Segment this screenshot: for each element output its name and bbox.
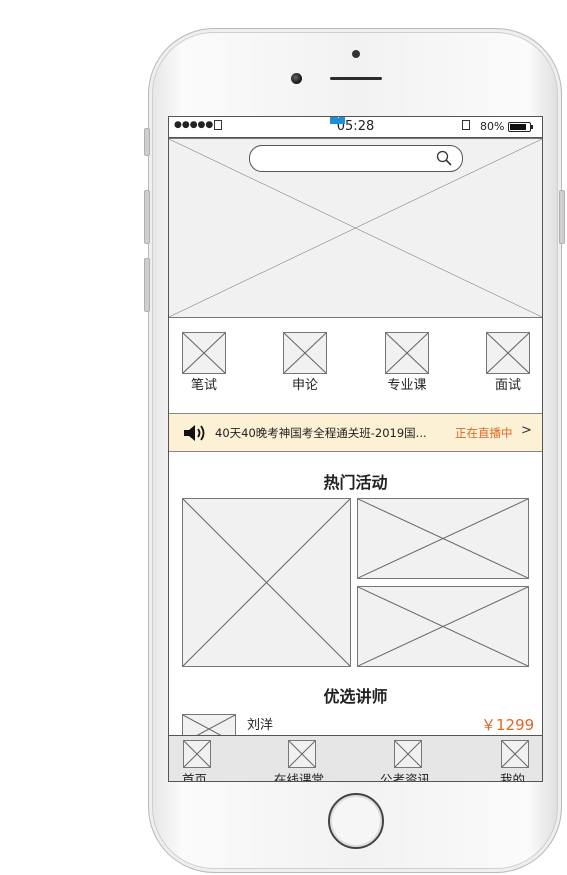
category-icon [283, 332, 327, 374]
status-bar: ●●●●● 05:28 4 80% [169, 117, 542, 137]
featured-teachers-title: 优选讲师 [323, 687, 388, 706]
home-icon [183, 740, 211, 768]
app-screen: ●●●●● 05:28 4 80% 笔试 申论 专业课 面试 40天40晚考神国… [168, 116, 543, 782]
teacher-name[interactable]: 刘洋 [247, 714, 273, 733]
home-button[interactable] [328, 793, 384, 849]
activity-image-bottom-right[interactable] [357, 586, 529, 667]
category-icon [486, 332, 530, 374]
power-button [559, 190, 565, 244]
category-icon [385, 332, 429, 374]
exam-news-icon [394, 740, 422, 768]
search-input[interactable] [249, 145, 463, 172]
category-essay[interactable]: 申论 [270, 332, 340, 393]
front-camera [291, 73, 302, 84]
tab-label: 首页 [182, 772, 208, 782]
speaker-icon [184, 425, 205, 441]
hot-activities-title: 热门活动 [323, 473, 388, 492]
notice-text: 40天40晚考神国考全程通关班-2019国... [215, 426, 427, 440]
volume-down-button [144, 258, 150, 312]
tab-mine[interactable]: 我的 [489, 740, 541, 782]
battery-percent: 80% [480, 120, 505, 133]
category-label: 笔试 [190, 378, 217, 393]
activity-image-large[interactable] [182, 498, 351, 667]
online-class-icon [288, 740, 316, 768]
battery-icon [508, 122, 533, 132]
mute-switch [144, 128, 150, 156]
profile-icon [501, 740, 529, 768]
earpiece-speaker [330, 77, 382, 80]
tab-exam-news[interactable]: 公考资讯 [374, 740, 454, 782]
tab-online-class[interactable]: 在线课堂 [269, 740, 349, 782]
chevron-right-icon[interactable]: > [521, 423, 532, 438]
category-interview[interactable]: 面试 [473, 332, 542, 393]
course-price: ￥1299 [481, 716, 535, 734]
category-label: 专业课 [387, 378, 427, 393]
category-label: 面试 [494, 378, 521, 393]
sensor-dot [352, 50, 360, 58]
live-notice-bar[interactable]: 40天40晚考神国考全程通关班-2019国... 正在直播中 > [169, 413, 542, 452]
category-major-course[interactable]: 专业课 [372, 332, 442, 393]
activity-image-top-right[interactable] [357, 498, 529, 579]
bottom-tab-bar: 首页 在线课堂 公考资讯 我的 [169, 735, 542, 782]
tab-label: 公考资讯 [380, 772, 431, 782]
tab-label: 我的 [500, 772, 526, 782]
tab-label: 在线课堂 [274, 772, 325, 782]
category-written-exam[interactable]: 笔试 [169, 332, 239, 393]
search-icon[interactable] [436, 150, 452, 166]
category-icon [182, 332, 226, 374]
volume-up-button [144, 190, 150, 244]
notification-badge: 4 [330, 117, 345, 124]
tab-home[interactable]: 首页 [169, 740, 229, 782]
rotation-lock-icon [462, 120, 470, 130]
live-status-label: 正在直播中 [455, 426, 513, 440]
category-label: 申论 [291, 378, 318, 393]
